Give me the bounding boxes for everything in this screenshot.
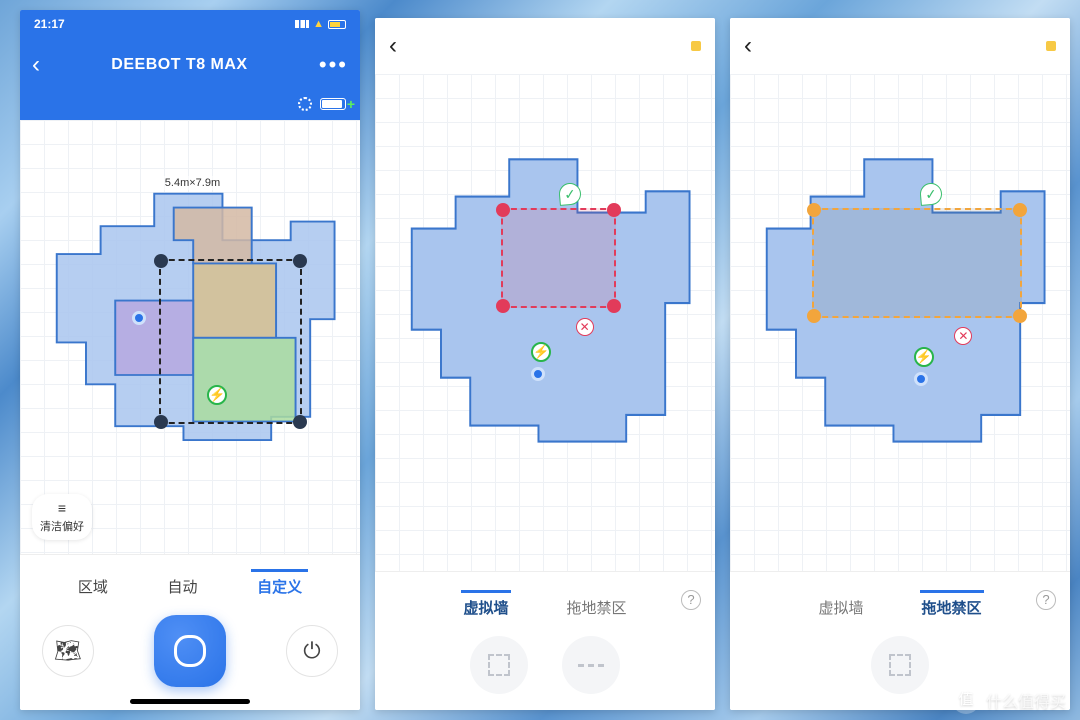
map-canvas-3[interactable]: ✓ ✕ ⚡	[730, 74, 1070, 571]
handle-tr[interactable]	[1013, 203, 1027, 217]
handle-tl[interactable]	[807, 203, 821, 217]
add-rect-button[interactable]	[871, 636, 929, 694]
status-dot-2	[691, 41, 701, 51]
map-canvas-1[interactable]: 5.4m×7.9m ⚡ ≡ 清洁偏好	[20, 120, 360, 554]
home-indicator	[130, 699, 250, 704]
watermark-badge: 值	[952, 686, 980, 714]
handle-br[interactable]	[607, 299, 621, 313]
add-rect-button[interactable]	[470, 636, 528, 694]
wifi-icon: ▲	[313, 18, 324, 30]
custom-area-selection[interactable]	[159, 259, 302, 424]
tab-area[interactable]: 区域	[72, 569, 114, 601]
phone-3: ‹ ✓ ✕ ⚡ 虚拟墙 拖地禁区 ?	[730, 18, 1070, 710]
handle-tr[interactable]	[293, 254, 307, 268]
bottom-panel-2: 虚拟墙 拖地禁区 ?	[375, 571, 715, 710]
tool-row-2	[375, 636, 715, 694]
back-button-3[interactable]: ‹	[744, 32, 752, 60]
status-bar: 21:17 ▲	[20, 10, 360, 38]
zone-tabs-2: 虚拟墙 拖地禁区 ?	[375, 580, 715, 636]
tab-auto[interactable]: 自动	[161, 569, 203, 601]
nav-title: DEEBOT T8 MAX	[40, 56, 319, 74]
back-button-2[interactable]: ‹	[389, 32, 397, 60]
map-manage-button[interactable]: 🗺	[42, 625, 94, 677]
cleaning-pref-label: 清洁偏好	[40, 518, 84, 534]
bottom-panel-1: 区域 自动 自定义 🗺 ⏻	[20, 554, 360, 710]
handle-br[interactable]	[293, 415, 307, 429]
watermark: 值 什么值得买	[952, 686, 1066, 714]
rect-icon	[889, 654, 911, 676]
handle-bl[interactable]	[496, 299, 510, 313]
robot-position-icon	[914, 372, 928, 386]
header-3: ‹	[730, 18, 1070, 74]
sync-icon	[298, 97, 312, 111]
nav-bar: ‹ DEEBOT T8 MAX •••	[20, 38, 360, 92]
back-button[interactable]: ‹	[32, 51, 40, 79]
help-button[interactable]: ?	[1036, 590, 1056, 610]
handle-br[interactable]	[1013, 309, 1027, 323]
status-right: ▲	[295, 18, 346, 30]
selection-dimensions: 5.4m×7.9m	[163, 176, 222, 190]
zone-tabs-3: 虚拟墙 拖地禁区 ?	[730, 580, 1070, 636]
charging-dock-icon: ⚡	[914, 347, 934, 367]
map-canvas-2[interactable]: ✓ ✕ ⚡	[375, 74, 715, 571]
nav-sub	[20, 92, 360, 120]
sliders-icon: ≡	[58, 500, 66, 516]
map-icon: 🗺	[54, 638, 82, 664]
plug-icon: ⏻	[303, 638, 320, 664]
handle-tl[interactable]	[496, 203, 510, 217]
more-button[interactable]: •••	[319, 52, 348, 78]
line-icon	[578, 664, 604, 667]
handle-bl[interactable]	[807, 309, 821, 323]
robot-battery-icon	[320, 98, 346, 110]
status-dot-3	[1046, 41, 1056, 51]
tab-virtual-wall[interactable]: 虚拟墙	[461, 590, 510, 622]
handle-bl[interactable]	[154, 415, 168, 429]
tab-no-mop[interactable]: 拖地禁区	[920, 590, 984, 622]
help-button[interactable]: ?	[681, 590, 701, 610]
handle-tl[interactable]	[154, 254, 168, 268]
charging-dock-icon: ⚡	[207, 385, 227, 405]
handle-tr[interactable]	[607, 203, 621, 217]
signal-icon	[295, 20, 309, 28]
virtual-wall-selection[interactable]	[501, 208, 617, 307]
delete-selection-button[interactable]: ✕	[576, 318, 594, 336]
battery-icon	[328, 20, 346, 29]
tab-custom[interactable]: 自定义	[251, 569, 308, 601]
tab-no-mop[interactable]: 拖地禁区	[565, 590, 629, 622]
header-2: ‹	[375, 18, 715, 74]
watermark-text: 什么值得买	[986, 688, 1066, 712]
start-clean-button[interactable]	[154, 615, 226, 687]
mode-tabs: 区域 自动 自定义	[20, 559, 360, 607]
tab-virtual-wall[interactable]: 虚拟墙	[816, 590, 865, 622]
action-row: 🗺 ⏻	[20, 607, 360, 693]
no-mop-zone-selection[interactable]	[812, 208, 1023, 317]
phone-1: 21:17 ▲ ‹ DEEBOT T8 MAX •••	[20, 10, 360, 710]
phone-2: ‹ ✓ ✕ ⚡ 虚拟墙 拖地禁区 ?	[375, 18, 715, 710]
rect-icon	[488, 654, 510, 676]
recharge-button[interactable]: ⏻	[286, 625, 338, 677]
add-line-button[interactable]	[562, 636, 620, 694]
cleaning-pref-button[interactable]: ≡ 清洁偏好	[32, 494, 92, 540]
status-time: 21:17	[34, 17, 65, 31]
